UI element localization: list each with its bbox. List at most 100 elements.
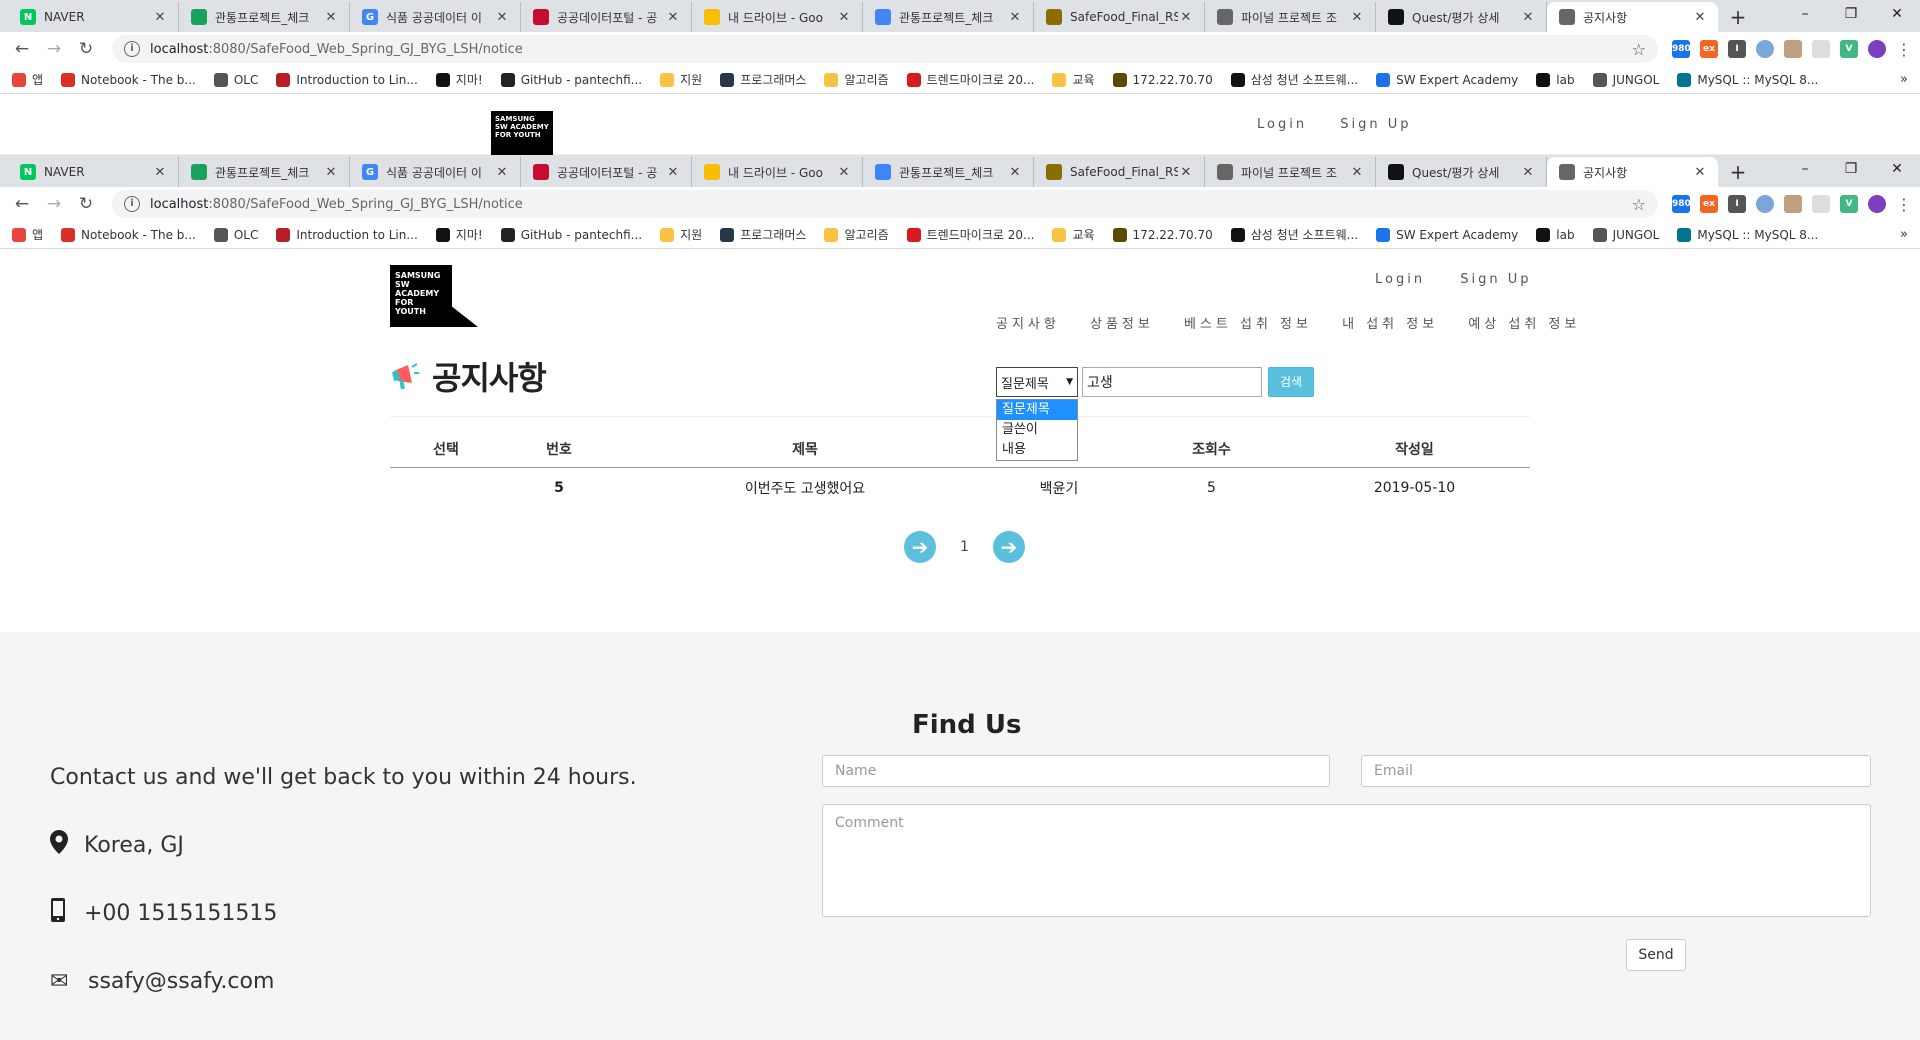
bookmark-item[interactable]: MySQL :: MySQL 8... <box>1677 72 1818 87</box>
search-button[interactable]: 검색 <box>1268 367 1314 397</box>
nav-best-intake[interactable]: 베스트 섭취 정보 <box>1184 317 1312 332</box>
tab-close-icon[interactable]: ✕ <box>1007 165 1023 180</box>
ghost-login-link[interactable]: Login <box>1257 117 1307 132</box>
tab-close-icon[interactable]: ✕ <box>1692 165 1708 180</box>
extension-icon[interactable]: I <box>1728 40 1746 58</box>
tab-close-icon[interactable]: ✕ <box>836 165 852 180</box>
browser-tab[interactable]: G 식품 공공데이터 이 ✕ <box>350 157 521 187</box>
bookmark-item[interactable]: 알고리즘 <box>824 226 889 243</box>
browser-tab[interactable]: SafeFood_Final_RS ✕ <box>1034 2 1205 32</box>
profile-avatar[interactable] <box>1868 40 1886 58</box>
reload-icon[interactable]: ↻ <box>72 190 100 218</box>
bookmark-item[interactable]: 앱 <box>12 71 43 88</box>
nav-my-intake[interactable]: 내 섭취 정보 <box>1342 317 1438 332</box>
login-link[interactable]: Login <box>1375 272 1425 287</box>
tab-close-icon[interactable]: ✕ <box>1007 10 1023 25</box>
bookmark-item[interactable]: Notebook - The b... <box>61 72 196 87</box>
send-button[interactable]: Send <box>1626 939 1686 971</box>
bookmark-star-icon[interactable]: ☆ <box>1632 195 1646 214</box>
browser-tab[interactable]: 관통프로젝트_체크 ✕ <box>179 157 350 187</box>
profile-avatar[interactable] <box>1868 195 1886 213</box>
browser-tab[interactable]: N NAVER ✕ <box>8 157 179 187</box>
bookmark-item[interactable]: 삼성 청년 소프트웨... <box>1230 71 1358 88</box>
info-icon[interactable]: i <box>124 196 140 212</box>
info-icon[interactable]: i <box>124 41 140 57</box>
extension-icon[interactable] <box>1784 40 1802 58</box>
bookmark-item[interactable]: Introduction to Lin... <box>276 72 418 87</box>
bookmark-item[interactable]: 지원 <box>660 226 702 243</box>
email-field[interactable]: Email <box>1361 755 1871 787</box>
browser-tab[interactable]: 관통프로젝트_체크 ✕ <box>863 157 1034 187</box>
menu-dots-icon[interactable]: ⋮ <box>1896 195 1912 214</box>
option-writer[interactable]: 글쓴이 <box>997 420 1077 440</box>
bookmark-item[interactable]: 프로그래머스 <box>720 226 806 243</box>
tab-close-icon[interactable]: ✕ <box>836 10 852 25</box>
extension-icon[interactable] <box>1784 195 1802 213</box>
bookmark-item[interactable]: 172.22.70.70 <box>1112 72 1213 87</box>
signup-link[interactable]: Sign Up <box>1460 272 1531 287</box>
address-bar[interactable]: i localhost:8080/SafeFood_Web_Spring_GJ_… <box>112 35 1658 63</box>
tab-close-icon[interactable]: ✕ <box>1349 10 1365 25</box>
tab-close-icon[interactable]: ✕ <box>1349 165 1365 180</box>
browser-tab[interactable]: 공공데이터포털 - 공 ✕ <box>521 2 692 32</box>
tab-close-icon[interactable]: ✕ <box>323 165 339 180</box>
browser-tab[interactable]: 파이널 프로젝트 조 ✕ <box>1205 2 1376 32</box>
new-tab-icon[interactable]: + <box>1724 159 1752 187</box>
bookmark-item[interactable]: 삼성 청년 소프트웨... <box>1230 226 1358 243</box>
bookmark-item[interactable]: OLC <box>213 72 258 87</box>
bookmark-item[interactable]: 지마! <box>435 71 483 88</box>
comment-field[interactable]: Comment <box>822 804 1871 917</box>
bookmark-item[interactable]: 지원 <box>660 71 702 88</box>
bookmark-item[interactable]: 지마! <box>435 226 483 243</box>
search-type-select[interactable]: 질문제목 ▼ <box>996 367 1078 397</box>
page-number[interactable]: 1 <box>960 539 969 555</box>
bookmark-item[interactable]: 알고리즘 <box>824 71 889 88</box>
table-row[interactable]: 5 이번주도 고생했어요 백윤기 5 2019-05-10 <box>390 468 1530 508</box>
browser-tab[interactable]: 공지사항 ✕ <box>1547 157 1718 187</box>
bookmark-item[interactable]: OLC <box>213 227 258 242</box>
tab-close-icon[interactable]: ✕ <box>1178 10 1194 25</box>
tab-close-icon[interactable]: ✕ <box>665 165 681 180</box>
extension-icon[interactable] <box>1812 40 1830 58</box>
address-bar[interactable]: i localhost:8080/SafeFood_Web_Spring_GJ_… <box>112 190 1658 218</box>
vue-devtools-icon[interactable]: V <box>1840 195 1858 213</box>
browser-tab[interactable]: 파이널 프로젝트 조 ✕ <box>1205 157 1376 187</box>
browser-tab[interactable]: 공공데이터포털 - 공 ✕ <box>521 157 692 187</box>
tab-close-icon[interactable]: ✕ <box>1520 10 1536 25</box>
bookmark-item[interactable]: 교육 <box>1052 226 1095 243</box>
bookmark-item[interactable]: lab <box>1536 227 1575 242</box>
extension-icon[interactable] <box>1756 195 1774 213</box>
bookmark-item[interactable]: 트렌드마이크로 20... <box>906 71 1034 88</box>
tab-close-icon[interactable]: ✕ <box>494 165 510 180</box>
option-title[interactable]: 질문제목 <box>997 400 1077 420</box>
nav-products[interactable]: 상품정보 <box>1090 317 1154 332</box>
bookmark-item[interactable]: SW Expert Academy <box>1376 227 1518 242</box>
forward-icon[interactable]: → <box>40 190 68 218</box>
minimize-icon[interactable]: – <box>1782 0 1828 30</box>
new-tab-icon[interactable]: + <box>1724 4 1752 32</box>
reload-icon[interactable]: ↻ <box>72 35 100 63</box>
bookmark-item[interactable]: JUNGOL <box>1592 72 1659 87</box>
tab-close-icon[interactable]: ✕ <box>1520 165 1536 180</box>
tab-close-icon[interactable]: ✕ <box>1178 165 1194 180</box>
extension-icon[interactable] <box>1756 40 1774 58</box>
nav-expected-intake[interactable]: 예상 섭취 정보 <box>1468 317 1580 332</box>
nav-notice[interactable]: 공지사항 <box>996 317 1060 332</box>
bookmark-item[interactable]: lab <box>1536 72 1575 87</box>
ghost-signup-link[interactable]: Sign Up <box>1340 117 1411 132</box>
back-icon[interactable]: ← <box>8 35 36 63</box>
next-page-icon[interactable]: ➔ <box>992 531 1025 563</box>
browser-tab[interactable]: 관통프로젝트_체크 ✕ <box>863 2 1034 32</box>
bookmark-item[interactable]: 트렌드마이크로 20... <box>906 226 1034 243</box>
close-window-icon[interactable]: ✕ <box>1874 155 1920 185</box>
extension-icon[interactable] <box>1812 195 1830 213</box>
cell-title[interactable]: 이번주도 고생했어요 <box>616 478 994 498</box>
vue-devtools-icon[interactable]: V <box>1840 40 1858 58</box>
bookmark-item[interactable]: GitHub - pantechfi... <box>500 227 642 242</box>
bookmark-item[interactable]: Introduction to Lin... <box>276 227 418 242</box>
bookmark-item[interactable]: 172.22.70.70 <box>1112 227 1213 242</box>
site-logo[interactable]: SAMSUNG SW ACADEMY FOR YOUTH <box>390 265 478 327</box>
browser-tab[interactable]: Quest/평가 상세 ✕ <box>1376 157 1547 187</box>
extension-icon[interactable]: I <box>1728 195 1746 213</box>
bookmark-item[interactable]: 앱 <box>12 226 43 243</box>
